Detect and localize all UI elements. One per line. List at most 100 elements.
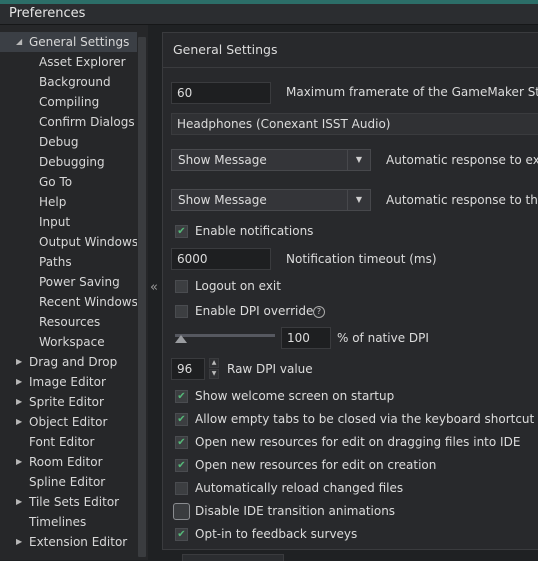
- framerate-input[interactable]: 60: [171, 82, 271, 104]
- sidebar-item-input[interactable]: Input: [0, 212, 137, 232]
- collapse-left-icon[interactable]: «: [150, 280, 158, 295]
- sidebar-item-recent-windows[interactable]: Recent Windows: [0, 292, 138, 312]
- second-response-select[interactable]: Show Message ▼: [171, 189, 371, 211]
- native-dpi-label: % of native DPI: [337, 331, 429, 345]
- sidebar-item-confirm-dialogs[interactable]: Confirm Dialogs: [0, 112, 137, 132]
- raw-dpi-label: Raw DPI value: [227, 362, 313, 376]
- settings-panel: General Settings 60 Maximum framerate of…: [162, 32, 538, 550]
- exit-response-select[interactable]: Show Message ▼: [171, 149, 371, 171]
- sidebar-item-resources[interactable]: Resources: [0, 312, 137, 332]
- sidebar-item-background[interactable]: Background: [0, 72, 137, 92]
- sidebar-item-asset-explorer[interactable]: Asset Explorer: [0, 52, 137, 72]
- tree-item-label: Resources: [39, 315, 101, 329]
- notification-timeout-input[interactable]: 6000: [171, 248, 271, 270]
- option-checkbox[interactable]: ✔: [175, 390, 188, 403]
- sidebar-item-extension-editor[interactable]: ▶ Extension Editor: [0, 532, 137, 552]
- dpi-override-label: Enable DPI override: [195, 304, 314, 318]
- tree-item-label: Sprite Editor: [29, 395, 104, 409]
- native-dpi-slider-track[interactable]: [175, 334, 275, 337]
- logout-on-exit-checkbox[interactable]: [175, 280, 188, 293]
- sidebar-item-output-windows[interactable]: Output Windows: [0, 232, 139, 252]
- spin-up-icon[interactable]: ▲: [209, 358, 219, 368]
- tree-item-label: General Settings: [29, 35, 130, 49]
- option-checkbox[interactable]: ✔: [175, 528, 188, 541]
- tree-item-label: Compiling: [39, 95, 100, 109]
- logout-on-exit-label: Logout on exit: [195, 279, 281, 293]
- option-label: Opt-in to feedback surveys: [195, 527, 358, 541]
- sidebar-item-spline-editor[interactable]: Spline Editor: [0, 472, 137, 492]
- tree-item-label: Input: [39, 215, 71, 229]
- option-label: Automatically reload changed files: [195, 481, 404, 495]
- tree-item-label: Workspace: [39, 335, 105, 349]
- panel-splitter[interactable]: «: [148, 25, 162, 560]
- tree-item-label: Debugging: [39, 155, 105, 169]
- option-label: Show welcome screen on startup: [195, 389, 395, 403]
- expand-right-icon[interactable]: ▶: [16, 532, 22, 552]
- tree-item-label: Paths: [39, 255, 72, 269]
- tree-item-label: Asset Explorer: [39, 55, 126, 69]
- framerate-label: Maximum framerate of the GameMaker Studi…: [286, 85, 538, 99]
- second-response-label: Automatic response to the s: [386, 193, 538, 207]
- sidebar-item-general-settings[interactable]: ◢ General Settings: [0, 32, 137, 52]
- panel-title: General Settings: [173, 42, 278, 57]
- option-checkbox[interactable]: [175, 482, 188, 495]
- sidebar-item-debug[interactable]: Debug: [0, 132, 137, 152]
- sidebar-item-timelines[interactable]: Timelines: [0, 512, 137, 532]
- sidebar-item-power-saving[interactable]: Power Saving: [0, 272, 137, 292]
- option-checkbox[interactable]: ✔: [175, 413, 188, 426]
- tree-item-label: Recent Windows: [39, 295, 138, 309]
- expand-right-icon[interactable]: ▶: [16, 452, 22, 472]
- expand-right-icon[interactable]: ▶: [16, 372, 22, 392]
- tree-item-label: Object Editor: [29, 415, 108, 429]
- sidebar-item-compiling[interactable]: Compiling: [0, 92, 137, 112]
- expand-right-icon[interactable]: ▶: [16, 412, 22, 432]
- sidebar-item-tile-sets-editor[interactable]: ▶ Tile Sets Editor: [0, 492, 137, 512]
- spin-down-icon[interactable]: ▼: [209, 369, 219, 379]
- expand-down-icon[interactable]: ◢: [16, 32, 22, 52]
- sidebar-item-workspace[interactable]: Workspace: [0, 332, 137, 352]
- second-response-value: Show Message: [178, 193, 267, 207]
- sidebar-item-help[interactable]: Help: [0, 192, 137, 212]
- option-label: Open new resources for edit on creation: [195, 458, 437, 472]
- sidebar-item-go-to[interactable]: Go To: [0, 172, 137, 192]
- sidebar-item-debugging[interactable]: Debugging: [0, 152, 137, 172]
- option-label: Disable IDE transition animations: [195, 504, 396, 518]
- native-dpi-slider-handle[interactable]: [175, 335, 187, 343]
- chevron-down-icon[interactable]: ▼: [347, 190, 370, 210]
- title-bar: Preferences: [0, 4, 538, 25]
- sidebar-item-paths[interactable]: Paths: [0, 252, 137, 272]
- dpi-override-checkbox[interactable]: [175, 305, 188, 318]
- enable-notifications-checkbox[interactable]: ✔: [175, 225, 188, 238]
- panel-header: General Settings: [163, 33, 538, 68]
- tree-item-label: Timelines: [29, 515, 87, 529]
- raw-dpi-input[interactable]: 96: [171, 358, 205, 380]
- option-checkbox[interactable]: ✔: [175, 436, 188, 449]
- sidebar-item-drag-and-drop[interactable]: ▶ Drag and Drop: [0, 352, 137, 372]
- tree-item-label: Go To: [39, 175, 73, 189]
- tree-scrollbar-thumb[interactable]: [138, 37, 146, 557]
- sidebar-item-room-editor[interactable]: ▶ Room Editor: [0, 452, 137, 472]
- tree-item-label: Spline Editor: [29, 475, 106, 489]
- exit-response-label: Automatic response to exit: [386, 153, 538, 167]
- sidebar-item-image-editor[interactable]: ▶ Image Editor: [0, 372, 137, 392]
- expand-right-icon[interactable]: ▶: [16, 352, 22, 372]
- expand-right-icon[interactable]: ▶: [16, 392, 22, 412]
- tree-item-label: Output Windows: [39, 235, 139, 249]
- notification-timeout-label: Notification timeout (ms): [286, 252, 437, 266]
- sidebar-item-sprite-editor[interactable]: ▶ Sprite Editor: [0, 392, 137, 412]
- tree-item-label: Confirm Dialogs: [39, 115, 135, 129]
- tree-item-label: Power Saving: [39, 275, 120, 289]
- window-title: Preferences: [9, 6, 86, 21]
- help-icon[interactable]: ?: [313, 306, 325, 318]
- tree-item-label: Room Editor: [29, 455, 103, 469]
- chevron-down-icon[interactable]: ▼: [347, 150, 370, 170]
- tree-item-label: Tile Sets Editor: [29, 495, 120, 509]
- audio-device-field[interactable]: Headphones (Conexant ISST Audio): [171, 113, 538, 135]
- sidebar-item-font-editor[interactable]: Font Editor: [0, 432, 137, 452]
- native-dpi-input[interactable]: 100: [281, 327, 331, 349]
- option-checkbox[interactable]: ✔: [175, 459, 188, 472]
- expand-right-icon[interactable]: ▶: [16, 492, 22, 512]
- sidebar-item-object-editor[interactable]: ▶ Object Editor: [0, 412, 137, 432]
- option-label: Open new resources for edit on dragging …: [195, 435, 521, 449]
- option-checkbox[interactable]: [173, 503, 190, 520]
